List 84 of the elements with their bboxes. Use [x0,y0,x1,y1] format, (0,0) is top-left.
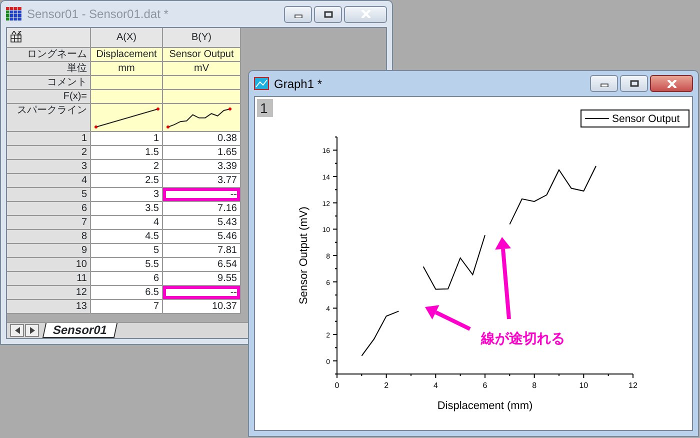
column-header[interactable]: A(X) [91,28,163,48]
table-cell: 4.5 [91,230,163,244]
table-cell: 9.55 [163,272,241,286]
close-button[interactable] [650,75,693,92]
arrow [425,305,471,331]
table-cell: 5.5 [91,258,163,272]
tick-label: 6 [482,381,488,390]
table-cell: 2 [91,160,163,174]
tick-label: 0 [334,381,340,390]
table-cell: 6 [91,272,163,286]
tick-label: 8 [532,381,537,390]
minimize-button[interactable] [590,75,618,92]
row-label: スパークライン [7,104,91,132]
table-cell: 5 [91,244,163,258]
column-header[interactable]: B(Y) [163,28,241,48]
table-cell: 5.46 [163,230,241,244]
table-cell: 3.39 [163,160,241,174]
row-label: ロングネーム [7,48,91,62]
row-number: 2 [7,146,91,160]
table-cell [91,76,163,90]
row-number: 5 [7,188,91,202]
close-icon [360,10,370,18]
table-cell: 4 [91,216,163,230]
minimize-button[interactable] [284,6,312,22]
window-title: Graph1 * [274,76,324,92]
axis-title: Displacement (mm) [437,400,533,412]
table-cell: 3 [91,188,163,202]
table-cell: 1.65 [163,146,241,160]
row-label: F(x)= [7,90,91,104]
row-number: 12 [7,286,91,300]
axis-title: Sensor Output (mV) [298,206,310,304]
tick-label: 4 [433,381,438,390]
table-cell: 7 [91,300,163,314]
row-number: 13 [7,300,91,314]
annotation-text: 線が途切れる [481,331,565,347]
tick-label: 2 [384,381,389,390]
row-number: 4 [7,174,91,188]
row-number: 3 [7,160,91,174]
row-number: 8 [7,230,91,244]
table-cell: -- [163,188,241,202]
table-cell: 3.5 [91,202,163,216]
row-number: 11 [7,272,91,286]
table-cell: 10.37 [163,300,241,314]
row-number: 6 [7,202,91,216]
worksheet-icon [6,7,22,21]
table-cell: Sensor Output [163,48,241,62]
row-number: 10 [7,258,91,272]
table-cell: 7.81 [163,244,241,258]
row-label: 単位 [7,62,91,76]
row-number: 9 [7,244,91,258]
restore-button[interactable] [314,6,342,22]
table-cell: mV [163,62,241,76]
scroll-right-button[interactable] [25,324,39,337]
row-label: コメント [7,76,91,90]
window-title: Sensor01 - Sensor01.dat * [27,6,170,23]
close-icon [666,80,676,88]
tick-label: 10 [579,381,588,390]
grid-icon [10,31,22,44]
table-cell: Displacement [91,48,163,62]
sparkline [166,107,232,129]
scroll-left-button[interactable] [10,324,24,337]
layer-tab[interactable]: 1 [257,99,273,117]
table-cell: 1.5 [91,146,163,160]
restore-icon [630,80,638,87]
restore-icon [324,10,332,18]
sheet-tab[interactable]: Sensor01 [42,323,118,338]
left-arrow-icon [14,327,20,334]
tick-label: 12 [628,381,638,390]
table-cell: 6.5 [91,286,163,300]
table-cell: 2.5 [91,174,163,188]
table-cell: 6.54 [163,258,241,272]
table-cell: 7.16 [163,202,241,216]
restore-button[interactable] [620,75,648,92]
table-cell: 3.77 [163,174,241,188]
table-cell: 1 [91,132,163,146]
table-cell: 0.38 [163,132,241,146]
table-cell: 5.43 [163,216,241,230]
right-arrow-icon [30,327,34,334]
row-number: 1 [7,132,91,146]
table-cell: -- [163,286,241,300]
table-cell: mm [91,62,163,76]
graph-icon [254,77,269,90]
row-number: 7 [7,216,91,230]
legend-label: Sensor Output [612,113,680,125]
